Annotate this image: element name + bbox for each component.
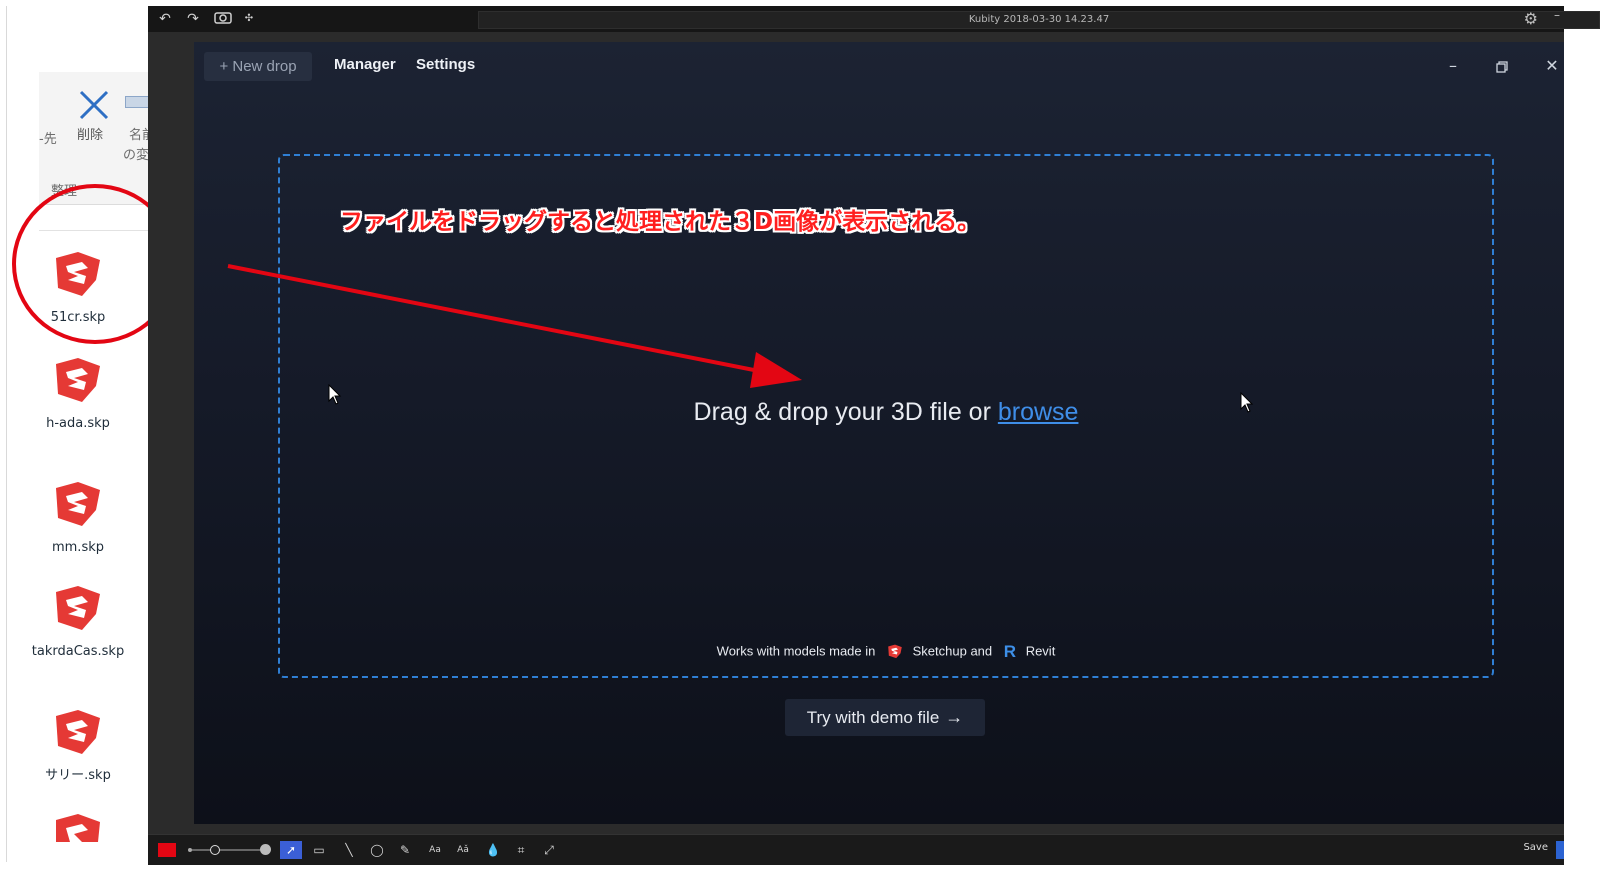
delete-x-icon bbox=[79, 90, 109, 120]
color-swatch[interactable] bbox=[158, 843, 176, 857]
crop-tool-icon[interactable]: ⌗ bbox=[510, 841, 532, 859]
pen-tool-icon[interactable]: ✎ bbox=[394, 841, 416, 859]
large-dot-icon bbox=[260, 844, 271, 855]
redo-icon[interactable]: ↷ bbox=[182, 10, 204, 28]
drop-instruction-text: Drag & drop your 3D file or bbox=[693, 398, 991, 426]
capture-tool-window: ↶ ↷ ✣ Kubity 2018-03-30 14.23.47 ⚙ – + N… bbox=[148, 6, 1600, 865]
minimize-icon[interactable]: – bbox=[1439, 52, 1467, 80]
close-icon[interactable]: ✕ bbox=[1538, 52, 1566, 80]
revit-icon: R bbox=[1003, 642, 1017, 661]
sketchup-file-icon bbox=[56, 586, 100, 630]
capture-toolbar: ➚ ▭ ╲ ◯ ✎ Aa Aǎ 💧 ⌗ ⤢ Save bbox=[148, 834, 1564, 865]
sketchup-file-icon bbox=[56, 358, 100, 402]
file-name: h-ada.skp bbox=[46, 416, 110, 431]
new-drop-button[interactable]: + New drop bbox=[204, 52, 312, 81]
rectangle-tool-icon[interactable]: ▭ bbox=[308, 841, 330, 859]
file-item[interactable]: mm.skp bbox=[7, 480, 149, 558]
sketchup-icon bbox=[888, 644, 902, 659]
arrow-tool-icon[interactable]: ➚ bbox=[280, 841, 302, 859]
resize-tool-icon[interactable]: ⤢ bbox=[538, 841, 560, 859]
undo-icon[interactable]: ↶ bbox=[154, 10, 176, 28]
camera-icon[interactable] bbox=[212, 10, 234, 28]
save-button[interactable]: Save bbox=[1523, 842, 1548, 853]
capture-titlebar: ↶ ↷ ✣ Kubity 2018-03-30 14.23.47 ⚙ – bbox=[148, 6, 1600, 32]
file-explorer-panel: -先 削除 名前 の変 整理 51cr.skp h-ada.skp bbox=[6, 6, 149, 862]
file-item-partial[interactable] bbox=[7, 812, 149, 842]
annotation-text: ファイルをドラッグすると処理された３D画像が表示される。 bbox=[340, 209, 981, 235]
text-style-tool-icon[interactable]: Aǎ bbox=[452, 841, 474, 859]
rename-icon bbox=[125, 96, 149, 108]
file-item[interactable]: takrdaCas.skp bbox=[7, 584, 149, 662]
mouse-cursor-icon bbox=[328, 384, 342, 405]
ellipse-tool-icon[interactable]: ◯ bbox=[366, 841, 388, 859]
kubity-app: + New drop Manager Settings – ✕ ファイルをドラッ… bbox=[194, 42, 1564, 824]
sketchup-label: Sketchup and bbox=[912, 643, 993, 659]
gear-icon[interactable]: ⚙ bbox=[1524, 9, 1538, 28]
size-slider-knob[interactable] bbox=[210, 845, 220, 855]
demo-file-button[interactable]: Try with demo file → bbox=[785, 699, 985, 736]
ribbon-partial-label: -先 bbox=[39, 132, 57, 147]
delete-label: 削除 bbox=[77, 128, 104, 143]
rename-label-1: 名前 bbox=[129, 128, 149, 143]
line-tool-icon[interactable]: ╲ bbox=[338, 841, 360, 859]
size-slider[interactable] bbox=[192, 849, 260, 851]
file-item[interactable]: サリー.skp bbox=[7, 708, 149, 786]
pin-icon[interactable]: ✣ bbox=[238, 10, 260, 28]
delete-button[interactable]: 削除 bbox=[73, 86, 113, 146]
arrow-right-icon: → bbox=[945, 707, 964, 727]
rename-button[interactable]: 名前 の変 bbox=[123, 92, 149, 163]
sketchup-file-icon bbox=[56, 710, 100, 754]
restore-icon[interactable] bbox=[1488, 52, 1516, 80]
file-name: takrdaCas.skp bbox=[31, 644, 125, 659]
capture-margin bbox=[148, 32, 194, 832]
file-name: mm.skp bbox=[51, 540, 104, 555]
annotation-arrow bbox=[227, 264, 802, 388]
text-tool-icon[interactable]: Aa bbox=[424, 841, 446, 859]
drop-instruction: Drag & drop your 3D file or browse bbox=[280, 398, 1492, 427]
upload-icon[interactable] bbox=[1556, 841, 1564, 859]
works-with-text: Works with models made in bbox=[716, 643, 876, 659]
manager-link[interactable]: Manager bbox=[334, 56, 396, 73]
drop-zone[interactable]: ファイルをドラッグすると処理された３D画像が表示される。 Drag & drop… bbox=[278, 154, 1494, 678]
settings-link[interactable]: Settings bbox=[416, 56, 475, 73]
supported-formats: Works with models made in Sketchup and R… bbox=[280, 642, 1492, 662]
fill-tool-icon[interactable]: 💧 bbox=[482, 841, 504, 859]
browse-link[interactable]: browse bbox=[998, 398, 1079, 426]
app-header: + New drop Manager Settings – ✕ bbox=[194, 42, 1564, 98]
capture-title: Kubity 2018-03-30 14.23.47 bbox=[478, 11, 1600, 29]
demo-button-label: Try with demo file bbox=[806, 708, 940, 727]
file-item[interactable]: h-ada.skp bbox=[7, 356, 149, 434]
minimize-icon[interactable]: – bbox=[1554, 8, 1560, 22]
file-name: サリー.skp bbox=[45, 768, 111, 783]
mouse-cursor-icon bbox=[1240, 392, 1254, 413]
rename-label-2: の変 bbox=[123, 148, 149, 163]
revit-label: Revit bbox=[1025, 643, 1056, 659]
sketchup-file-icon bbox=[56, 482, 100, 526]
sketchup-file-icon bbox=[56, 814, 100, 842]
